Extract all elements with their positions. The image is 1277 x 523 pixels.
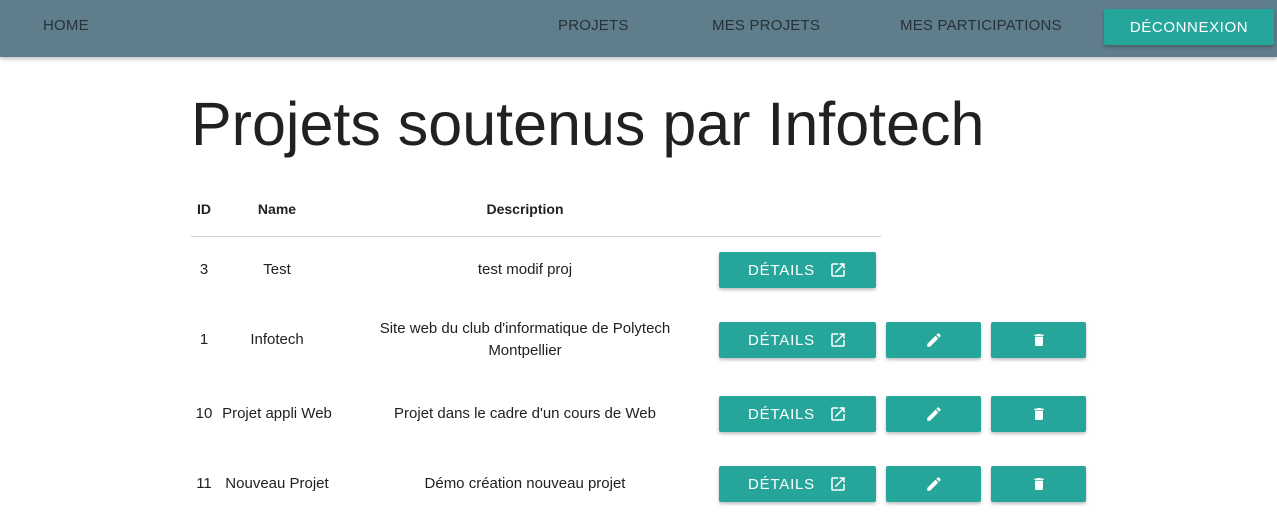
nav-home-link[interactable]: HOME — [43, 17, 89, 34]
column-header-description: Description — [486, 201, 564, 217]
edit-button[interactable] — [886, 466, 981, 502]
details-button-label: DÉTAILS — [747, 405, 815, 423]
open-in-new-icon — [829, 261, 847, 279]
details-button[interactable]: DÉTAILS — [719, 396, 876, 432]
row-description: Démo création nouveau projet — [424, 475, 626, 492]
trash-icon — [1031, 475, 1047, 493]
details-button-label: DÉTAILS — [747, 331, 815, 349]
details-button[interactable]: DÉTAILS — [719, 322, 876, 358]
trash-icon — [1031, 331, 1047, 349]
row-description: Projet dans le cadre d'un cours de Web — [394, 405, 656, 422]
row-id: 1 — [199, 331, 209, 348]
open-in-new-icon — [829, 475, 847, 493]
top-navbar: HOME PROJETS MES PROJETS MES PARTICIPATI… — [0, 0, 1277, 57]
nav-mes-participations-link[interactable]: MES PARTICIPATIONS — [900, 17, 1062, 34]
pencil-icon — [925, 331, 943, 349]
trash-icon — [1031, 405, 1047, 423]
header-divider — [191, 236, 881, 237]
delete-button[interactable] — [991, 322, 1086, 358]
row-id: 10 — [195, 405, 213, 422]
delete-button[interactable] — [991, 396, 1086, 432]
pencil-icon — [925, 405, 943, 423]
row-name: Nouveau Projet — [225, 475, 329, 492]
row-name: Infotech — [250, 331, 304, 348]
row-description: test modif proj — [477, 261, 573, 278]
row-description: Site web du club d'informatique de Polyt… — [379, 320, 671, 359]
row-id: 3 — [199, 261, 209, 278]
column-header-name: Name — [257, 201, 297, 217]
row-name: Test — [263, 261, 291, 278]
row-name: Projet appli Web — [222, 405, 332, 422]
open-in-new-icon — [829, 331, 847, 349]
edit-button[interactable] — [886, 322, 981, 358]
pencil-icon — [925, 475, 943, 493]
edit-button[interactable] — [886, 396, 981, 432]
row-id: 11 — [196, 475, 212, 492]
details-button[interactable]: DÉTAILS — [719, 252, 876, 288]
open-in-new-icon — [829, 405, 847, 423]
details-button-label: DÉTAILS — [747, 475, 815, 493]
logout-button[interactable]: DÉCONNEXION — [1104, 9, 1274, 45]
column-header-id: ID — [197, 201, 211, 217]
details-button[interactable]: DÉTAILS — [719, 466, 876, 502]
nav-mes-projets-link[interactable]: MES PROJETS — [712, 17, 820, 34]
page-title: Projets soutenus par Infotech — [191, 90, 985, 158]
details-button-label: DÉTAILS — [747, 261, 815, 279]
nav-projets-link[interactable]: PROJETS — [558, 17, 629, 34]
delete-button[interactable] — [991, 466, 1086, 502]
